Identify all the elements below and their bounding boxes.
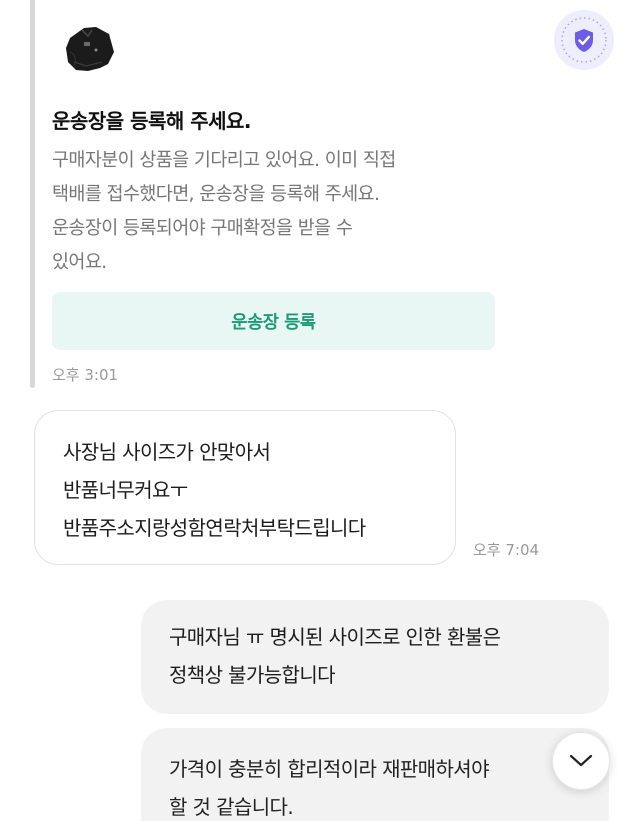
notice-body-line: 운송장이 등록되어야 구매확정을 받을 수 [52, 218, 353, 239]
scroll-to-bottom-button[interactable] [552, 732, 610, 790]
notice-body-line: 택배를 접수했다면, 운송장을 등록해 주세요. [52, 184, 380, 205]
message-text-line: 가격이 충분히 합리적이라 재판매하셔야 [169, 757, 489, 781]
outgoing-message-bubble[interactable]: 구매자님 ㅠ 명시된 사이즈로 인한 환불은 정책상 불가능합니다 [141, 600, 609, 714]
notice-body: 구매자분이 상품을 기다리고 있어요. 이미 직접 택배를 접수했다면, 운송장… [52, 144, 492, 280]
shield-check-icon [561, 17, 607, 63]
safe-trade-badge[interactable] [554, 10, 614, 70]
message-timestamp: 오후 7:04 [473, 541, 540, 559]
chevron-down-icon [569, 754, 593, 767]
message-text-line: 정책상 불가능합니다 [169, 663, 336, 687]
incoming-message-bubble[interactable]: 사장님 사이즈가 안맞아서 반품너무커요ㅜ 반품주소지랑성함연락처부탁드립니다 [34, 410, 456, 565]
register-tracking-button[interactable]: 운송장 등록 [52, 292, 495, 350]
chat-screen: 운송장을 등록해 주세요. 구매자분이 상품을 기다리고 있어요. 이미 직접 … [0, 0, 640, 821]
notice-title: 운송장을 등록해 주세요. [52, 109, 252, 133]
outgoing-message-bubble[interactable]: 가격이 충분히 합리적이라 재판매하셔야 할 것 같습니다. [141, 728, 609, 821]
message-text-line: 반품주소지랑성함연락처부탁드립니다 [63, 516, 366, 540]
message-text-line: 사장님 사이즈가 안맞아서 [63, 440, 271, 464]
message-timestamp: 오후 3:01 [52, 366, 119, 384]
message-text-line: 구매자님 ㅠ 명시된 사이즈로 인한 환불은 [169, 625, 501, 649]
notice-accent-bar [30, 0, 35, 388]
message-text-line: 할 것 같습니다. [169, 795, 294, 819]
jacket-icon [66, 27, 114, 71]
notice-body-line: 있어요. [52, 252, 107, 273]
notice-body-line: 구매자분이 상품을 기다리고 있어요. 이미 직접 [52, 150, 396, 171]
product-thumbnail[interactable] [62, 22, 118, 74]
message-text-line: 반품너무커요ㅜ [63, 478, 188, 502]
